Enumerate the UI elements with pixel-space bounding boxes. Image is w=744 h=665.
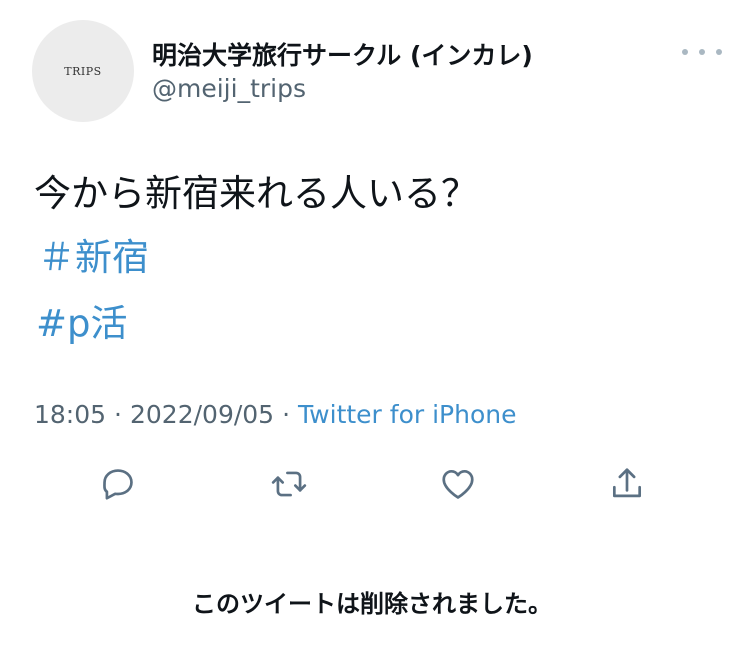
dot [699, 49, 705, 55]
like-button[interactable] [437, 463, 479, 505]
tweet-date[interactable]: 2022/09/05 [130, 400, 274, 429]
tweet-time[interactable]: 18:05 [34, 400, 106, 429]
avatar-logo-text: TRIPS [64, 64, 102, 78]
tweet-card: TRIPS 明治大学旅行サークル (インカレ) @meiji_trips 今から… [0, 0, 744, 665]
like-icon [442, 469, 474, 499]
hashtag-link-shinjuku[interactable]: ＃新宿 [38, 236, 149, 280]
share-icon [612, 468, 642, 498]
tweet-source-link[interactable]: Twitter for iPhone [298, 400, 516, 429]
tweet-text: 今から新宿来れる人いる？ [34, 172, 478, 215]
share-button[interactable] [606, 463, 648, 505]
dot [682, 49, 688, 55]
reply-icon [103, 469, 133, 500]
tweet-metadata: 18:05 · 2022/09/05 · Twitter for iPhone [34, 398, 517, 432]
meta-separator: · [114, 400, 122, 429]
retweet-icon [271, 471, 307, 497]
more-options-icon[interactable] [682, 44, 722, 60]
user-handle[interactable]: @meiji_trips [152, 74, 306, 103]
dot [716, 49, 722, 55]
retweet-button[interactable] [268, 463, 310, 505]
hashtag-link-pkatsu[interactable]: #p活 [36, 302, 128, 346]
deleted-tweet-notice: このツイートは削除されました。 [192, 590, 552, 618]
display-name[interactable]: 明治大学旅行サークル (インカレ) [152, 36, 533, 72]
avatar[interactable]: TRIPS [32, 20, 134, 122]
meta-separator: · [282, 400, 291, 429]
reply-button[interactable] [97, 463, 139, 505]
